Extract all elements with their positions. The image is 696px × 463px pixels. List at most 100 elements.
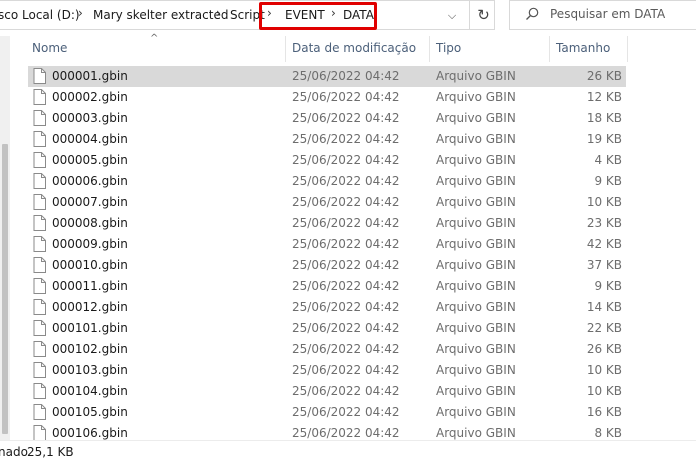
file-row[interactable]: 000105.gbin 25/06/2022 04:42 Arquivo GBIN 1… [28,402,626,423]
status-bar: nado 25,1 KB [0,440,696,463]
file-icon [33,215,46,231]
column-size[interactable]: Tamanho [556,41,610,55]
file-name: 000011.gbin [52,279,128,293]
file-name: 000007.gbin [52,195,128,209]
column-date[interactable]: Data de modificação [292,41,416,55]
chevron-down-icon[interactable]: ⌵ [441,1,463,31]
file-row[interactable]: 000012.gbin 25/06/2022 04:42 Arquivo GBIN 1… [28,297,626,318]
file-size: 16 KB [586,405,622,419]
file-icon [33,257,46,273]
chevron-right-icon[interactable]: › [216,6,221,20]
file-type: Arquivo GBIN [436,321,516,335]
file-type: Arquivo GBIN [436,384,516,398]
file-icon [33,278,46,294]
file-name: 000012.gbin [52,300,128,314]
file-row[interactable]: 000006.gbin 25/06/2022 04:42 Arquivo GBIN 9… [28,171,626,192]
file-size: 19 KB [586,132,622,146]
selection-status: nado [0,445,28,459]
file-date: 25/06/2022 04:42 [292,195,400,209]
file-date: 25/06/2022 04:42 [292,363,400,377]
nav-pane-scrollbar[interactable] [0,36,10,440]
file-row[interactable]: 000007.gbin 25/06/2022 04:42 Arquivo GBIN 1… [28,192,626,213]
file-date: 25/06/2022 04:42 [292,90,400,104]
file-date: 25/06/2022 04:42 [292,342,400,356]
file-row[interactable]: 000003.gbin 25/06/2022 04:42 Arquivo GBIN 1… [28,108,626,129]
file-name: 000005.gbin [52,153,128,167]
file-date: 25/06/2022 04:42 [292,426,400,440]
file-row[interactable]: 000010.gbin 25/06/2022 04:42 Arquivo GBIN 3… [28,255,626,276]
file-type: Arquivo GBIN [436,405,516,419]
search-icon [526,7,539,20]
file-type: Arquivo GBIN [436,69,516,83]
file-type: Arquivo GBIN [436,90,516,104]
file-icon [33,341,46,357]
file-name: 000103.gbin [52,363,128,377]
file-name: 000101.gbin [52,321,128,335]
file-row[interactable]: 000101.gbin 25/06/2022 04:42 Arquivo GBIN 2… [28,318,626,339]
file-size: 23 KB [586,216,622,230]
file-type: Arquivo GBIN [436,153,516,167]
file-row[interactable]: 000011.gbin 25/06/2022 04:42 Arquivo GBIN 9… [28,276,626,297]
refresh-button[interactable]: ↻ [469,0,497,30]
file-name: 000102.gbin [52,342,128,356]
search-input[interactable] [550,7,690,21]
selection-size: 25,1 KB [27,445,74,459]
file-icon [33,173,46,189]
address-bar[interactable]: sco Local (D:) › Mary skelter extracted … [0,0,495,30]
file-date: 25/06/2022 04:42 [292,321,400,335]
column-divider[interactable] [549,36,550,62]
file-icon [33,383,46,399]
column-type[interactable]: Tipo [436,41,461,55]
file-size: 8 KB [594,426,622,440]
file-row[interactable]: 000002.gbin 25/06/2022 04:42 Arquivo GBIN 1… [28,87,626,108]
breadcrumb-drive[interactable]: sco Local (D:) [0,8,80,22]
file-type: Arquivo GBIN [436,258,516,272]
file-icon [33,236,46,252]
column-divider[interactable] [429,36,430,62]
file-date: 25/06/2022 04:42 [292,405,400,419]
file-type: Arquivo GBIN [436,237,516,251]
file-date: 25/06/2022 04:42 [292,174,400,188]
search-box[interactable] [509,0,696,30]
file-name: 000104.gbin [52,384,128,398]
column-divider[interactable] [627,36,628,62]
breadcrumb-mary-skelter[interactable]: Mary skelter extracted [93,8,228,22]
file-date: 25/06/2022 04:42 [292,384,400,398]
file-row[interactable]: 000103.gbin 25/06/2022 04:42 Arquivo GBIN 1… [28,360,626,381]
file-type: Arquivo GBIN [436,300,516,314]
file-date: 25/06/2022 04:42 [292,132,400,146]
scrollbar-thumb[interactable] [2,144,8,434]
file-row[interactable]: 000102.gbin 25/06/2022 04:42 Arquivo GBIN 2… [28,339,626,360]
file-size: 4 KB [594,153,622,167]
file-date: 25/06/2022 04:42 [292,279,400,293]
file-row[interactable]: 000004.gbin 25/06/2022 04:42 Arquivo GBIN 1… [28,129,626,150]
refresh-icon: ↻ [477,6,490,24]
file-row[interactable]: 000008.gbin 25/06/2022 04:42 Arquivo GBIN 2… [28,213,626,234]
file-row[interactable]: 000001.gbin 25/06/2022 04:42 Arquivo GBIN 2… [28,66,626,87]
file-size: 9 KB [594,279,622,293]
file-size: 9 KB [594,174,622,188]
file-type: Arquivo GBIN [436,279,516,293]
file-size: 42 KB [586,237,622,251]
file-date: 25/06/2022 04:42 [292,153,400,167]
file-icon [33,299,46,315]
file-date: 25/06/2022 04:42 [292,69,400,83]
file-icon [33,131,46,147]
chevron-right-icon[interactable]: › [78,6,83,20]
file-size: 37 KB [586,258,622,272]
file-row[interactable]: 000104.gbin 25/06/2022 04:42 Arquivo GBIN 1… [28,381,626,402]
file-icon [33,320,46,336]
file-row[interactable]: 000009.gbin 25/06/2022 04:42 Arquivo GBIN 4… [28,234,626,255]
file-size: 26 KB [586,342,622,356]
file-icon [33,110,46,126]
column-divider[interactable] [285,36,286,62]
file-type: Arquivo GBIN [436,216,516,230]
file-size: 14 KB [586,300,622,314]
file-name: 000002.gbin [52,90,128,104]
file-name: 000009.gbin [52,237,128,251]
file-icon [33,68,46,84]
highlight-box [259,2,377,30]
column-name[interactable]: Nome [32,41,67,55]
file-row[interactable]: 000005.gbin 25/06/2022 04:42 Arquivo GBIN 4… [28,150,626,171]
file-size: 22 KB [586,321,622,335]
